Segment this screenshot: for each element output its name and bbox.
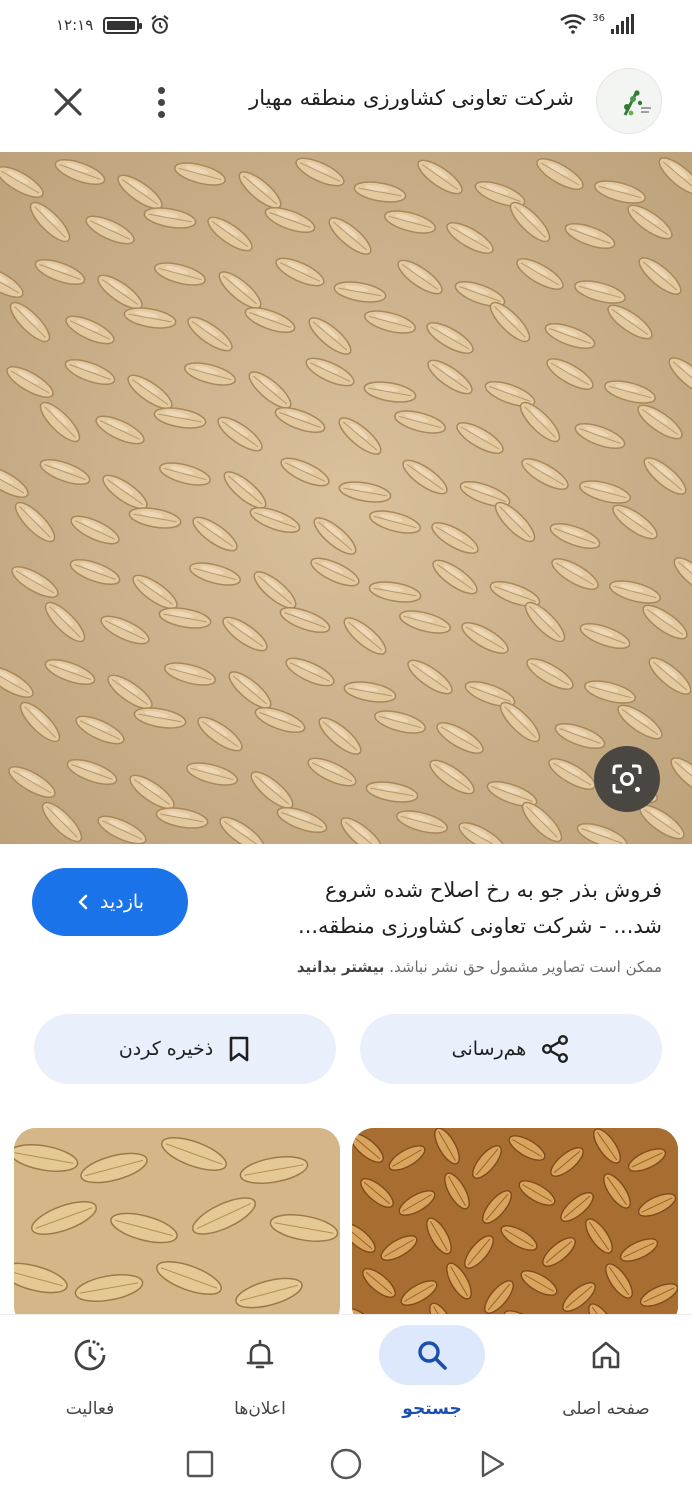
- google-lens-button[interactable]: [594, 746, 660, 812]
- back-triangle-icon: [481, 1450, 505, 1478]
- related-image-graphic: [14, 1128, 340, 1328]
- save-button[interactable]: ذخیره کردن: [34, 1014, 336, 1084]
- nav-search-icon-wrap: [379, 1325, 485, 1385]
- more-options-button[interactable]: [146, 82, 176, 122]
- recents-icon: [186, 1450, 214, 1478]
- share-button[interactable]: هم‌رسانی: [360, 1014, 662, 1084]
- learn-more-link[interactable]: بیشتر بدانید: [297, 958, 385, 976]
- nav-activity-icon-wrap: [37, 1325, 143, 1385]
- site-logo-graphic: [597, 69, 661, 133]
- activity-history-icon: [74, 1339, 106, 1371]
- google-lens-icon: [612, 764, 642, 794]
- more-vert-icon: [157, 86, 165, 94]
- result-title-line2: شد... - شرکت تعاونی کشاورزی منطقه...: [298, 914, 662, 938]
- bell-icon: [246, 1339, 274, 1369]
- nav-search-label: جستجو: [402, 1399, 462, 1419]
- copyright-notice: ممکن است تصاویر مشمول حق نشر نباشد. بیشت…: [42, 958, 662, 976]
- alarm-icon: [151, 15, 169, 34]
- save-label: ذخیره کردن: [118, 1038, 214, 1060]
- wifi-icon: [560, 14, 586, 34]
- bottom-navigation: صفحه اصلی جستجو اعلان‌ها: [0, 1314, 692, 1434]
- nav-home[interactable]: صفحه اصلی: [526, 1325, 686, 1435]
- copyright-text: ممکن است تصاویر مشمول حق نشر نباشد.: [389, 958, 662, 976]
- nav-home-label: صفحه اصلی: [562, 1399, 650, 1419]
- share-label: هم‌رسانی: [451, 1038, 527, 1060]
- visit-label: بازدید: [100, 891, 144, 913]
- home-system-button[interactable]: [326, 1444, 366, 1484]
- status-bar: ۱۲:۱۹ 36: [0, 0, 692, 52]
- circle-home-icon: [330, 1448, 362, 1480]
- nav-activity[interactable]: فعالیت: [10, 1325, 170, 1435]
- nav-notifications-icon-wrap: [207, 1325, 313, 1385]
- nav-notifications-label: اعلان‌ها: [234, 1399, 286, 1419]
- network-type: 36: [592, 13, 605, 24]
- related-image[interactable]: [352, 1128, 678, 1328]
- status-left: ۱۲:۱۹: [56, 14, 171, 36]
- related-image[interactable]: [14, 1128, 340, 1328]
- share-icon: [542, 1035, 569, 1064]
- system-navigation-bar: [0, 1434, 692, 1500]
- bookmark-icon: [229, 1036, 249, 1062]
- result-title[interactable]: فروش بذر جو به رخ اصلاح شده شروع شد... -…: [222, 872, 662, 944]
- main-image[interactable]: [0, 152, 692, 844]
- site-logo[interactable]: [596, 68, 662, 134]
- close-button[interactable]: [50, 84, 86, 120]
- site-title[interactable]: شرکت تعاونی کشاورزی منطقه مهیار: [249, 86, 574, 110]
- status-right: 36: [560, 13, 634, 34]
- nav-home-icon-wrap: [553, 1325, 659, 1385]
- status-time: ۱۲:۱۹: [56, 16, 94, 34]
- nav-search[interactable]: جستجو: [352, 1325, 512, 1435]
- nav-notifications[interactable]: اعلان‌ها: [180, 1325, 340, 1435]
- barley-grains-image: [0, 152, 692, 844]
- signal-icon: [611, 14, 634, 34]
- battery-icon: [103, 16, 143, 34]
- close-icon: [54, 88, 82, 116]
- result-title-line1: فروش بذر جو به رخ اصلاح شده شروع: [325, 878, 662, 902]
- home-icon: [592, 1341, 620, 1369]
- back-button[interactable]: [472, 1444, 512, 1484]
- recents-button[interactable]: [180, 1444, 220, 1484]
- nav-activity-label: فعالیت: [65, 1399, 115, 1419]
- chevron-right-icon: [78, 894, 88, 910]
- search-icon: [418, 1341, 447, 1370]
- viewer-header: شرکت تعاونی کشاورزی منطقه مهیار: [0, 60, 692, 146]
- visit-button[interactable]: بازدید: [32, 868, 188, 936]
- related-image-graphic: [352, 1128, 678, 1328]
